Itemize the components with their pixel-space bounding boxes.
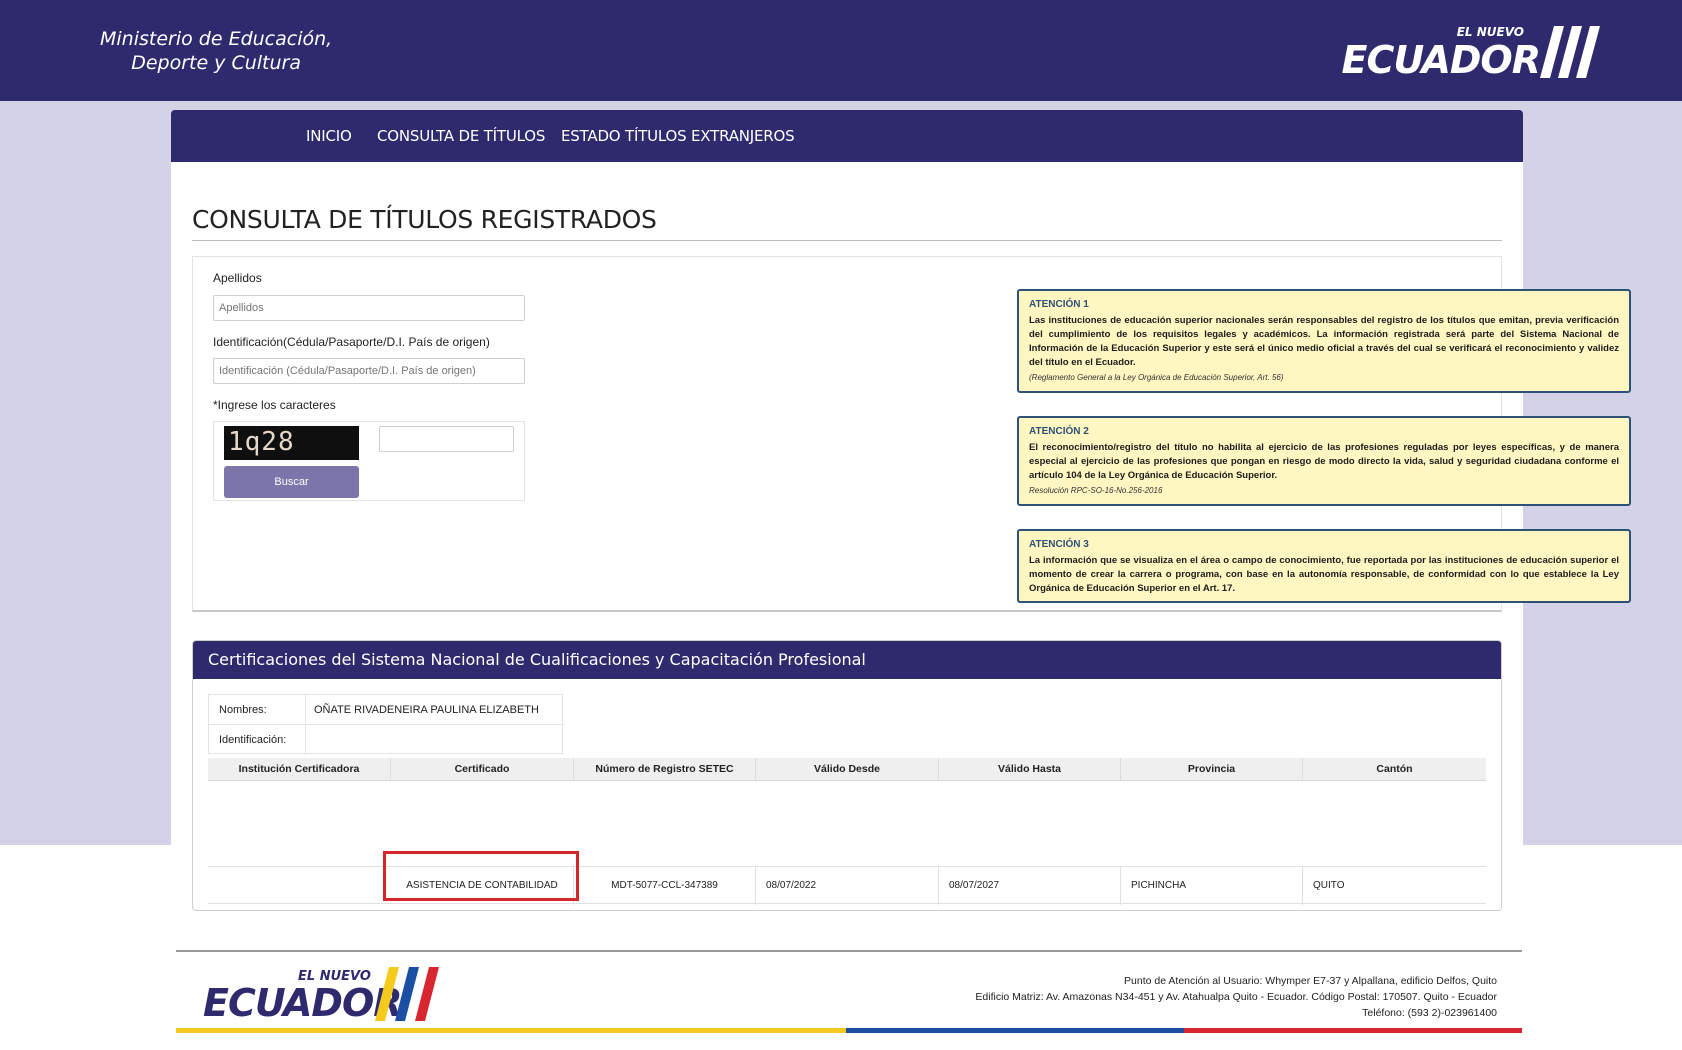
flag-bar-yellow bbox=[176, 1028, 846, 1033]
col-valido-desde[interactable]: Válido Desde bbox=[756, 758, 939, 781]
apellidos-input[interactable] bbox=[213, 295, 525, 321]
person-info-table: Nombres: OÑATE RIVADENEIRA PAULINA ELIZA… bbox=[208, 694, 564, 755]
notice-2-body: El reconocimiento/registro del título no… bbox=[1029, 442, 1619, 481]
col-registro-setec[interactable]: Número de Registro SETEC bbox=[574, 758, 756, 781]
ministry-name: Ministerio de Educación, Deporte y Cultu… bbox=[100, 27, 332, 75]
site-header: Ministerio de Educación, Deporte y Cultu… bbox=[0, 0, 1682, 101]
notice-3: ATENCIÓN 3 La información que se visuali… bbox=[1017, 529, 1631, 603]
cell-institucion bbox=[208, 867, 391, 905]
captcha-box: 1q28 Buscar bbox=[213, 421, 525, 501]
footer-line-2: Edificio Matriz: Av. Amazonas N34-451 y … bbox=[975, 991, 1497, 1003]
nav-item-consulta-titulos[interactable]: CONSULTA DE TÍTULOS bbox=[377, 127, 545, 145]
footer-line-1: Punto de Atención al Usuario: Whymper E7… bbox=[1124, 975, 1497, 987]
page-title: CONSULTA DE TÍTULOS REGISTRADOS bbox=[192, 205, 657, 234]
nombres-value: OÑATE RIVADENEIRA PAULINA ELIZABETH bbox=[314, 704, 539, 716]
captcha-input[interactable] bbox=[379, 426, 514, 452]
top-navigation: INICIO CONSULTA DE TÍTULOS ESTADO TÍTULO… bbox=[171, 110, 1523, 162]
col-canton[interactable]: Cantón bbox=[1303, 758, 1486, 781]
title-divider bbox=[192, 240, 1502, 241]
ecuador-logo: EL NUEVO ECUADOR bbox=[1341, 20, 1602, 82]
footer-logo-big-text: ECUADOR bbox=[203, 981, 403, 1025]
notice-1-title: ATENCIÓN 1 bbox=[1029, 299, 1089, 310]
apellidos-label: Apellidos bbox=[213, 271, 262, 285]
cell-registro: MDT-5077-CCL-347389 bbox=[574, 867, 756, 905]
cell-provincia: PICHINCHA bbox=[1121, 867, 1303, 905]
cell-valido-desde: 08/07/2022 bbox=[756, 867, 939, 905]
col-valido-hasta[interactable]: Válido Hasta bbox=[939, 758, 1121, 781]
identificacion-row: Identificación: bbox=[209, 725, 564, 755]
notice-2-title: ATENCIÓN 2 bbox=[1029, 426, 1089, 437]
certifications-heading: Certificaciones del Sistema Nacional de … bbox=[193, 641, 1501, 679]
footer-divider bbox=[176, 950, 1522, 952]
footer-contact: Punto de Atención al Usuario: Whymper E7… bbox=[975, 973, 1497, 1021]
flag-bar-red bbox=[1184, 1028, 1522, 1033]
nav-item-estado-titulos-extranjeros[interactable]: ESTADO TÍTULOS EXTRANJEROS bbox=[561, 127, 795, 145]
nombres-row: Nombres: OÑATE RIVADENEIRA PAULINA ELIZA… bbox=[209, 695, 564, 725]
captcha-image: 1q28 bbox=[224, 426, 359, 460]
footer-ecuador-logo: EL NUEVO ECUADOR bbox=[203, 965, 443, 1025]
notice-2: ATENCIÓN 2 El reconocimiento/registro de… bbox=[1017, 416, 1631, 506]
identificacion-input[interactable] bbox=[213, 358, 525, 384]
nombres-label: Nombres: bbox=[219, 704, 267, 716]
ministry-line-1: Ministerio de Educación, bbox=[100, 28, 333, 50]
search-button[interactable]: Buscar bbox=[224, 466, 359, 498]
notice-1: ATENCIÓN 1 Las instituciones de educació… bbox=[1017, 289, 1631, 393]
footer-logo-stripes-icon bbox=[375, 967, 439, 1021]
certifications-table-header: Institución Certificadora Certificado Nú… bbox=[208, 758, 1486, 781]
notice-1-footnote: (Reglamento General a la Ley Orgánica de… bbox=[1029, 373, 1284, 382]
main-card: INICIO CONSULTA DE TÍTULOS ESTADO TÍTULO… bbox=[171, 110, 1631, 1040]
col-provincia[interactable]: Provincia bbox=[1121, 758, 1303, 781]
col-certificado[interactable]: Certificado bbox=[391, 758, 574, 781]
ministry-line-2: Deporte y Cultura bbox=[131, 52, 301, 74]
logo-small-text: EL NUEVO bbox=[1456, 25, 1524, 39]
identificacion-info-label: Identificación: bbox=[219, 734, 287, 746]
notice-1-body: Las instituciones de educación superior … bbox=[1029, 315, 1619, 368]
captcha-label: *Ingrese los caracteres bbox=[213, 398, 336, 412]
logo-stripes-icon bbox=[1540, 26, 1600, 78]
cell-valido-hasta: 08/07/2027 bbox=[939, 867, 1121, 905]
flag-bar-blue bbox=[846, 1028, 1184, 1033]
cell-canton: QUITO bbox=[1313, 880, 1345, 891]
logo-big-text: ECUADOR bbox=[1341, 38, 1541, 82]
notice-3-title: ATENCIÓN 3 bbox=[1029, 539, 1089, 550]
highlight-box bbox=[383, 851, 579, 901]
identificacion-label: Identificación(Cédula/Pasaporte/D.I. Paí… bbox=[213, 335, 490, 349]
footer-line-3: Teléfono: (593 2)-023961400 bbox=[1362, 1007, 1497, 1019]
nav-item-inicio[interactable]: INICIO bbox=[306, 127, 352, 145]
notice-3-body: La información que se visualiza en el ár… bbox=[1029, 555, 1619, 594]
notice-2-footnote: Resolución RPC-SO-16-No.256-2016 bbox=[1029, 486, 1163, 495]
col-institucion[interactable]: Institución Certificadora bbox=[208, 758, 391, 781]
